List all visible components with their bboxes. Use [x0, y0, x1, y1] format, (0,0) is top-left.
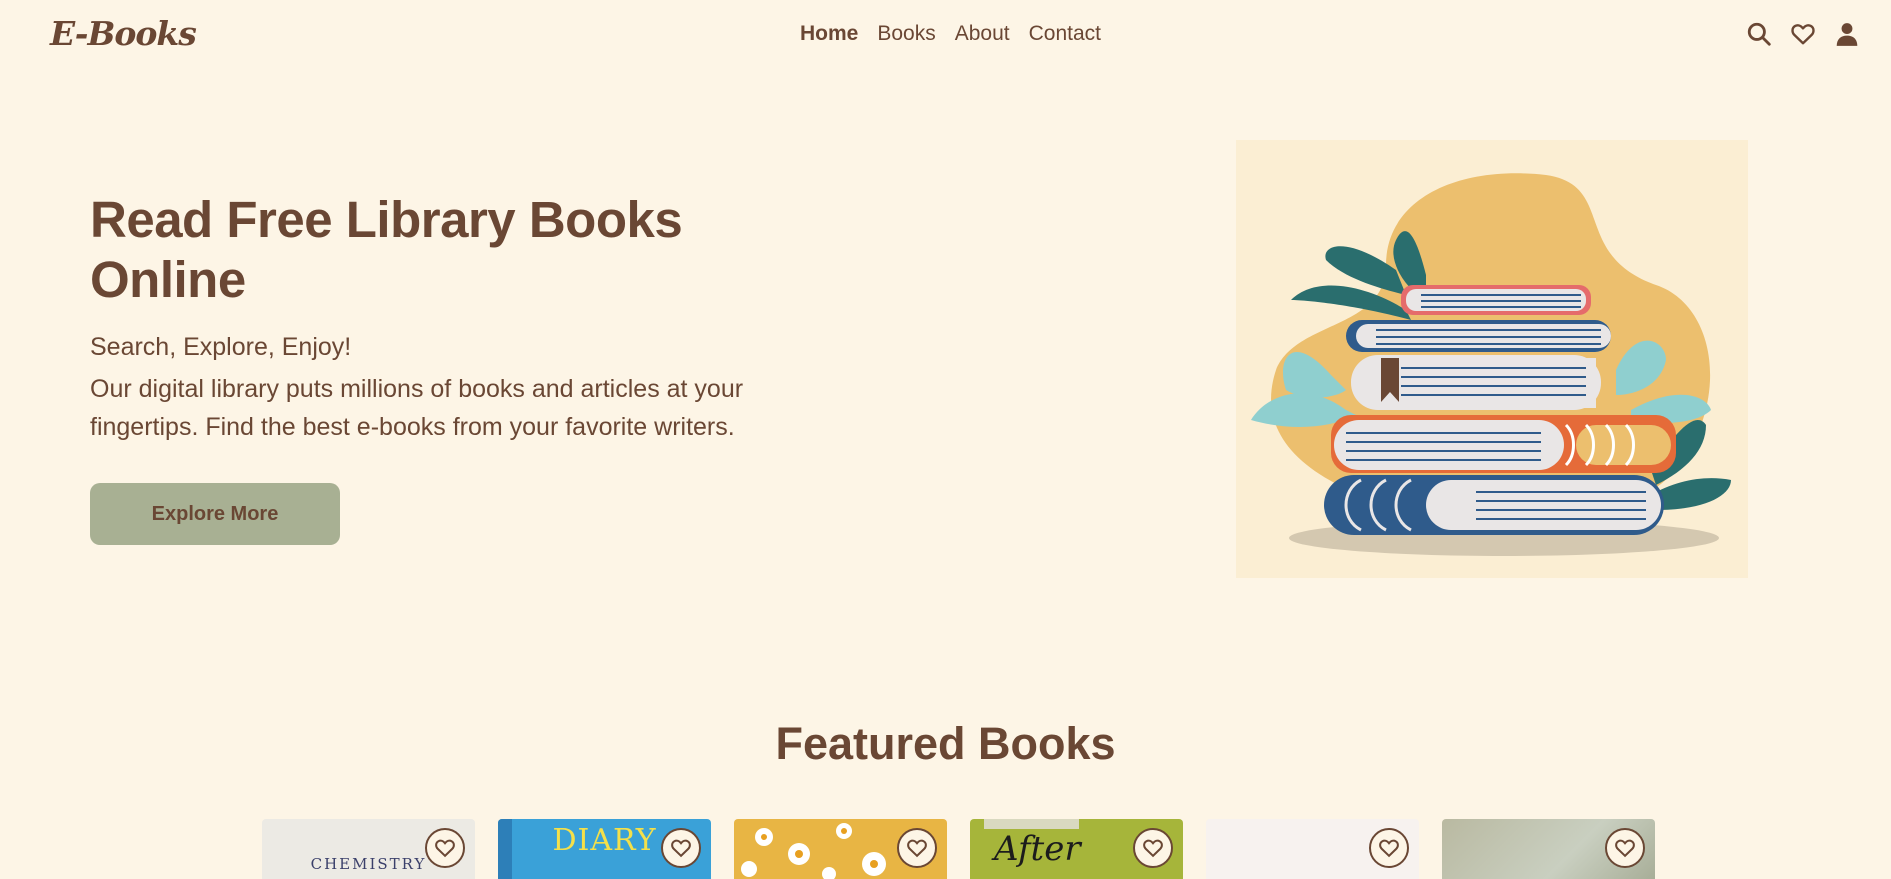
nav-link-contact[interactable]: Contact [1029, 22, 1101, 46]
heart-icon [1143, 839, 1163, 858]
book-card[interactable]: CHEMISTRY [262, 819, 475, 879]
heart-icon [671, 839, 691, 858]
navbar: E-Books Home Books About Contact [0, 0, 1891, 70]
book-card[interactable] [1206, 819, 1419, 879]
book-stack-illustration [1251, 173, 1731, 556]
favorite-button[interactable] [1133, 828, 1173, 868]
book-card[interactable] [734, 819, 947, 879]
nav-links: Home Books About Contact [800, 22, 1120, 46]
book-card[interactable] [1442, 819, 1655, 879]
nav-icons [1745, 20, 1861, 48]
favorite-button[interactable] [1369, 828, 1409, 868]
featured-books-title: Featured Books [775, 718, 1116, 769]
hero-tagline: Search, Explore, Enjoy! [90, 333, 352, 361]
hero-title: Read Free Library Books Online [90, 191, 683, 308]
explore-more-button[interactable]: Explore More [90, 483, 340, 545]
featured-books-row: CHEMISTRY DIARY After [262, 819, 1655, 879]
heart-icon [435, 839, 455, 858]
heart-icon [907, 839, 927, 858]
hero-description: Our digital library puts millions of boo… [90, 375, 744, 441]
nav-link-books[interactable]: Books [877, 22, 935, 46]
heart-icon[interactable] [1789, 20, 1817, 48]
hero-illustration [1236, 140, 1748, 578]
favorite-button[interactable] [1605, 828, 1645, 868]
user-icon[interactable] [1833, 20, 1861, 48]
nav-link-home[interactable]: Home [800, 22, 858, 46]
search-icon[interactable] [1745, 20, 1773, 48]
brand-logo[interactable]: E-Books [50, 14, 197, 53]
favorite-button[interactable] [425, 828, 465, 868]
book-card[interactable]: After [970, 819, 1183, 879]
book-card[interactable]: DIARY [498, 819, 711, 879]
favorite-button[interactable] [897, 828, 937, 868]
heart-icon [1615, 839, 1635, 858]
heart-icon [1379, 839, 1399, 858]
nav-link-about[interactable]: About [955, 22, 1010, 46]
favorite-button[interactable] [661, 828, 701, 868]
